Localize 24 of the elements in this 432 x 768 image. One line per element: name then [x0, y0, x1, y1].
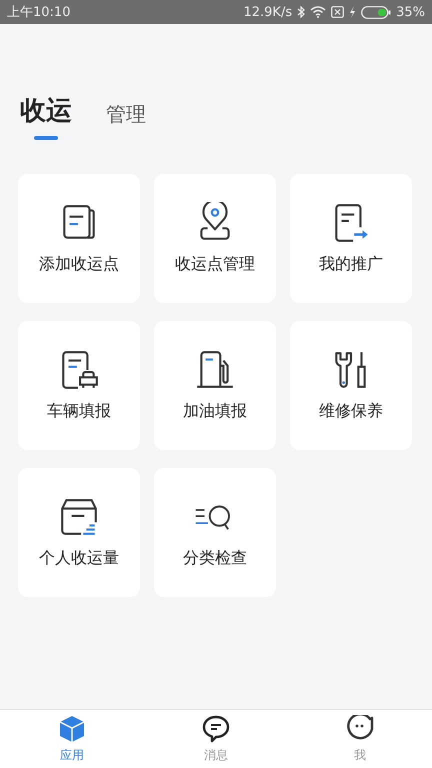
app-tile[interactable]: 车辆填报 — [18, 321, 140, 450]
fuel-pump-icon — [194, 349, 236, 391]
wifi-icon — [310, 6, 326, 18]
app-tile[interactable]: 收运点管理 — [154, 174, 276, 303]
network-speed: 12.9K/s — [243, 4, 292, 20]
sim-icon — [331, 6, 344, 18]
app-tile[interactable]: 加油填报 — [154, 321, 276, 450]
bluetooth-icon — [297, 6, 306, 18]
face-icon — [346, 714, 374, 742]
charging-icon — [349, 6, 356, 18]
battery-icon — [361, 6, 392, 18]
app-tile[interactable]: 维修保养 — [290, 321, 412, 450]
chat-bubble-icon — [202, 714, 230, 742]
app-tile[interactable]: 个人收运量 — [18, 468, 140, 597]
battery-percent: 35% — [396, 4, 425, 20]
tab[interactable]: 管理 — [106, 101, 146, 138]
cube-icon — [58, 714, 86, 742]
app-tile[interactable]: 添加收运点 — [18, 174, 140, 303]
app-tile[interactable]: 我的推广 — [290, 174, 412, 303]
app-tile[interactable]: 分类检查 — [154, 468, 276, 597]
clock: 上午10:10 — [7, 4, 70, 21]
tab[interactable]: 收运 — [20, 93, 72, 138]
box-icon — [58, 496, 100, 538]
nav-tab[interactable]: 应用 — [0, 710, 144, 768]
